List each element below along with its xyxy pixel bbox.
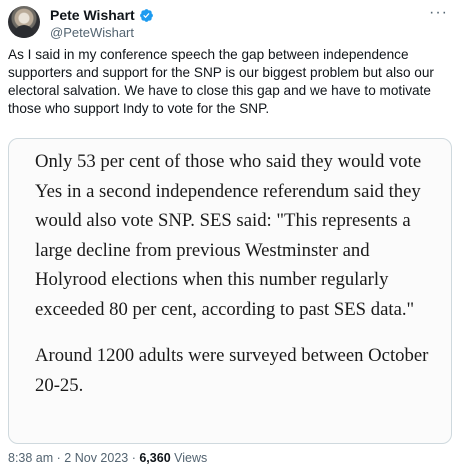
avatar[interactable] (8, 6, 40, 38)
author-handle[interactable]: @PeteWishart (50, 25, 134, 40)
tweet-time[interactable]: 8:38 am (8, 451, 53, 465)
views-label: Views (174, 451, 208, 465)
quote-image-card[interactable]: Only 53 per cent of those who said they … (8, 138, 452, 444)
quote-paragraph: Around 1200 adults were surveyed between… (35, 345, 429, 396)
tweet-date[interactable]: 2 Nov 2023 (64, 451, 128, 465)
quote-paragraph: Only 53 per cent of those who said they … (35, 151, 422, 320)
tweet-meta: 8:38 am · 2 Nov 2023 · 6,360 Views (8, 451, 207, 465)
author-name-row: Pete Wishart (50, 7, 154, 23)
more-options-icon[interactable]: ··· (429, 4, 448, 22)
author-name[interactable]: Pete Wishart (50, 7, 135, 23)
quote-text: Only 53 per cent of those who said they … (35, 147, 435, 417)
tweet-text: As I said in my conference speech the ga… (8, 47, 434, 116)
views-count[interactable]: 6,360 (139, 451, 170, 465)
verified-badge-icon (139, 8, 153, 22)
tweet-header: Pete Wishart @PeteWishart ··· (8, 4, 452, 42)
